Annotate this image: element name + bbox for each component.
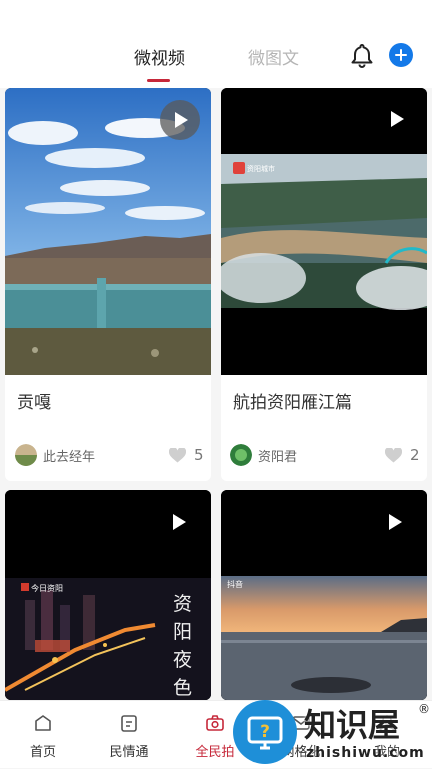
bell-icon[interactable] <box>350 43 374 69</box>
source-logo-icon <box>21 583 29 591</box>
video-card[interactable]: 抖音 <box>221 490 427 700</box>
card-title: 航拍资阳雁江篇 <box>233 393 352 413</box>
active-tab-indicator <box>147 79 170 82</box>
video-overlay-title: 资阳夜色 <box>173 593 193 699</box>
help-icon: ? <box>233 700 297 764</box>
top-bar: 微视频 微图文 <box>0 0 432 88</box>
registered-mark: ® <box>418 702 430 716</box>
video-source-label: 抖音 <box>227 580 243 589</box>
add-icon[interactable] <box>389 43 413 67</box>
aerial-city-image <box>221 88 427 375</box>
watermark-url: zhishiwu.com <box>306 745 425 761</box>
play-icon[interactable] <box>173 514 186 530</box>
author-name: 此去经年 <box>43 449 96 465</box>
heart-icon <box>169 447 186 462</box>
video-thumbnail[interactable]: 资阳城市 <box>221 88 427 375</box>
tab-micro-article[interactable]: 微图文 <box>248 44 299 69</box>
author[interactable]: 资阳君 <box>230 444 297 466</box>
watermark: ? 知识屋 ® zhishiwu.com <box>232 696 432 768</box>
avatar <box>230 444 252 466</box>
avatar <box>15 444 37 466</box>
play-icon[interactable] <box>160 100 200 140</box>
like-count[interactable]: 2 <box>385 446 420 464</box>
nav-minqingtong[interactable]: 民情通 <box>86 701 172 769</box>
nav-label: 首页 <box>29 745 56 760</box>
like-number: 2 <box>410 446 420 464</box>
like-number: 5 <box>194 446 204 464</box>
video-card[interactable]: 资阳城市 航拍资阳雁江篇 资阳君 2 <box>221 88 427 481</box>
author-name: 资阳君 <box>258 449 298 465</box>
video-card[interactable]: 今日资阳 资阳夜色 <box>5 490 211 700</box>
svg-text:?: ? <box>260 722 270 742</box>
video-thumbnail[interactable]: 抖音 <box>221 490 427 700</box>
heart-icon <box>385 447 402 462</box>
video-thumbnail[interactable]: 今日资阳 资阳夜色 <box>5 490 211 700</box>
author[interactable]: 此去经年 <box>15 444 95 466</box>
nav-label: 民情通 <box>109 745 149 760</box>
source-text: 今日资阳 <box>31 584 63 593</box>
nav-home[interactable]: 首页 <box>0 701 86 769</box>
like-count[interactable]: 5 <box>169 446 204 464</box>
home-icon <box>35 715 51 731</box>
play-icon[interactable] <box>389 514 402 530</box>
camera-icon <box>206 715 224 731</box>
video-card[interactable]: 贡嘎 此去经年 5 <box>5 88 211 481</box>
card-title: 贡嘎 <box>17 393 51 413</box>
play-icon[interactable] <box>391 111 404 127</box>
watermark-text: 知识屋 <box>304 706 401 744</box>
video-source-label: 今日资阳 <box>21 583 63 594</box>
video-brand: 资阳城市 <box>247 165 275 173</box>
tab-micro-video[interactable]: 微视频 <box>134 44 185 69</box>
clipboard-icon <box>121 715 137 732</box>
video-thumbnail[interactable] <box>5 88 211 375</box>
